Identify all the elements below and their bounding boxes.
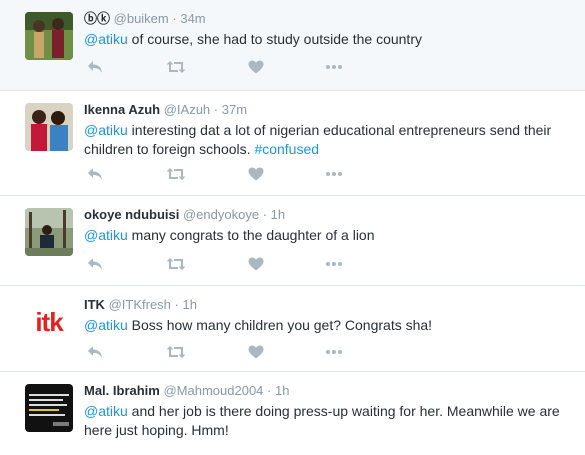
separator: ·	[172, 11, 177, 26]
tweet-fullname[interactable]: ITK	[84, 297, 105, 312]
tweet[interactable]: ⓑⓚ @buikem · 34m @atiku of course, she h…	[0, 0, 585, 91]
tweet-username[interactable]: @endyokoye	[183, 207, 259, 222]
tweet-text: @atiku interesting dat a lot of nigerian…	[84, 121, 573, 159]
separator: ·	[262, 207, 268, 222]
more-icon	[326, 350, 342, 354]
avatar[interactable]: itk	[25, 298, 73, 346]
separator: ·	[174, 297, 179, 312]
separator: ·	[213, 102, 219, 117]
retweet-button[interactable]	[166, 344, 186, 360]
avatar[interactable]	[25, 103, 73, 151]
reply-icon	[88, 346, 102, 358]
tweet-body: and her job is there doing press-up wait…	[84, 403, 560, 438]
timeline: ⓑⓚ @buikem · 34m @atiku of course, she h…	[0, 0, 585, 455]
tweet-timestamp[interactable]: 1h	[275, 383, 289, 398]
avatar[interactable]	[25, 12, 73, 60]
tweet-timestamp[interactable]: 1h	[271, 207, 285, 222]
retweet-button[interactable]	[166, 166, 186, 182]
tweet-fullname[interactable]: Mal. Ibrahim	[84, 383, 160, 398]
heart-icon	[248, 345, 264, 359]
heart-icon	[248, 167, 264, 181]
heart-icon	[248, 257, 264, 271]
avatar[interactable]	[25, 384, 73, 432]
retweet-button[interactable]	[166, 256, 186, 272]
more-icon	[326, 65, 342, 69]
retweet-icon	[166, 168, 186, 180]
tweet[interactable]: okoye ndubuisi @endyokoye · 1h @atiku ma…	[0, 196, 585, 286]
itk-logo: itk	[35, 306, 63, 337]
tweet-text: @atiku of course, she had to study outsi…	[84, 30, 573, 49]
heart-icon	[248, 60, 264, 74]
tweet[interactable]: Ikenna Azuh @IAzuh · 37m @atiku interest…	[0, 91, 585, 196]
tweet-timestamp[interactable]: 1h	[183, 297, 197, 312]
retweet-icon	[166, 346, 186, 358]
mention-link[interactable]: @atiku	[84, 122, 128, 138]
tweet-text: @atiku many congrats to the daughter of …	[84, 226, 573, 245]
tweet-body: of course, she had to study outside the …	[127, 31, 422, 47]
tweet[interactable]: itk ITK @ITKfresh · 1h @atiku Boss how m…	[0, 286, 585, 372]
tweet-username[interactable]: @buikem	[114, 11, 169, 26]
more-button[interactable]	[326, 59, 342, 75]
more-icon	[326, 262, 342, 266]
reply-icon	[88, 168, 102, 180]
tweet-body: Boss how many children you get? Congrats…	[127, 317, 433, 333]
tweet-fullname[interactable]: okoye ndubuisi	[84, 207, 179, 222]
like-button[interactable]	[248, 256, 264, 272]
separator: ·	[267, 383, 272, 398]
more-button[interactable]	[326, 256, 342, 272]
tweet-text: @atiku Boss how many children you get? C…	[84, 316, 573, 335]
reply-icon	[88, 258, 102, 270]
reply-button[interactable]	[87, 166, 103, 182]
more-button[interactable]	[326, 344, 342, 360]
tweet-timestamp[interactable]: 34m	[180, 11, 205, 26]
tweet-fullname[interactable]: ⓑⓚ	[84, 11, 110, 26]
tweet-username[interactable]: @ITKfresh	[109, 297, 171, 312]
mention-link[interactable]: @atiku	[84, 317, 128, 333]
retweet-icon	[166, 61, 186, 73]
mention-link[interactable]: @atiku	[84, 31, 128, 47]
reply-button[interactable]	[87, 256, 103, 272]
tweet-username[interactable]: @IAzuh	[164, 102, 210, 117]
tweet-text: @atiku and her job is there doing press-…	[84, 402, 573, 440]
avatar[interactable]	[25, 208, 73, 256]
retweet-icon	[166, 258, 186, 270]
reply-button[interactable]	[87, 59, 103, 75]
retweet-button[interactable]	[166, 59, 186, 75]
like-button[interactable]	[248, 166, 264, 182]
more-button[interactable]	[326, 166, 342, 182]
mention-link[interactable]: @atiku	[84, 403, 128, 419]
like-button[interactable]	[248, 59, 264, 75]
more-icon	[326, 172, 342, 176]
reply-button[interactable]	[87, 344, 103, 360]
tweet-username[interactable]: @Mahmoud2004	[163, 383, 263, 398]
hashtag-link[interactable]: #confused	[254, 141, 319, 157]
mention-link[interactable]: @atiku	[84, 227, 128, 243]
like-button[interactable]	[248, 344, 264, 360]
tweet-body: many congrats to the daughter of a lion	[127, 227, 375, 243]
tweet-fullname[interactable]: Ikenna Azuh	[84, 102, 160, 117]
reply-icon	[88, 61, 102, 73]
tweet-timestamp[interactable]: 37m	[222, 102, 247, 117]
tweet[interactable]: Mal. Ibrahim @Mahmoud2004 · 1h @atiku an…	[0, 372, 585, 455]
